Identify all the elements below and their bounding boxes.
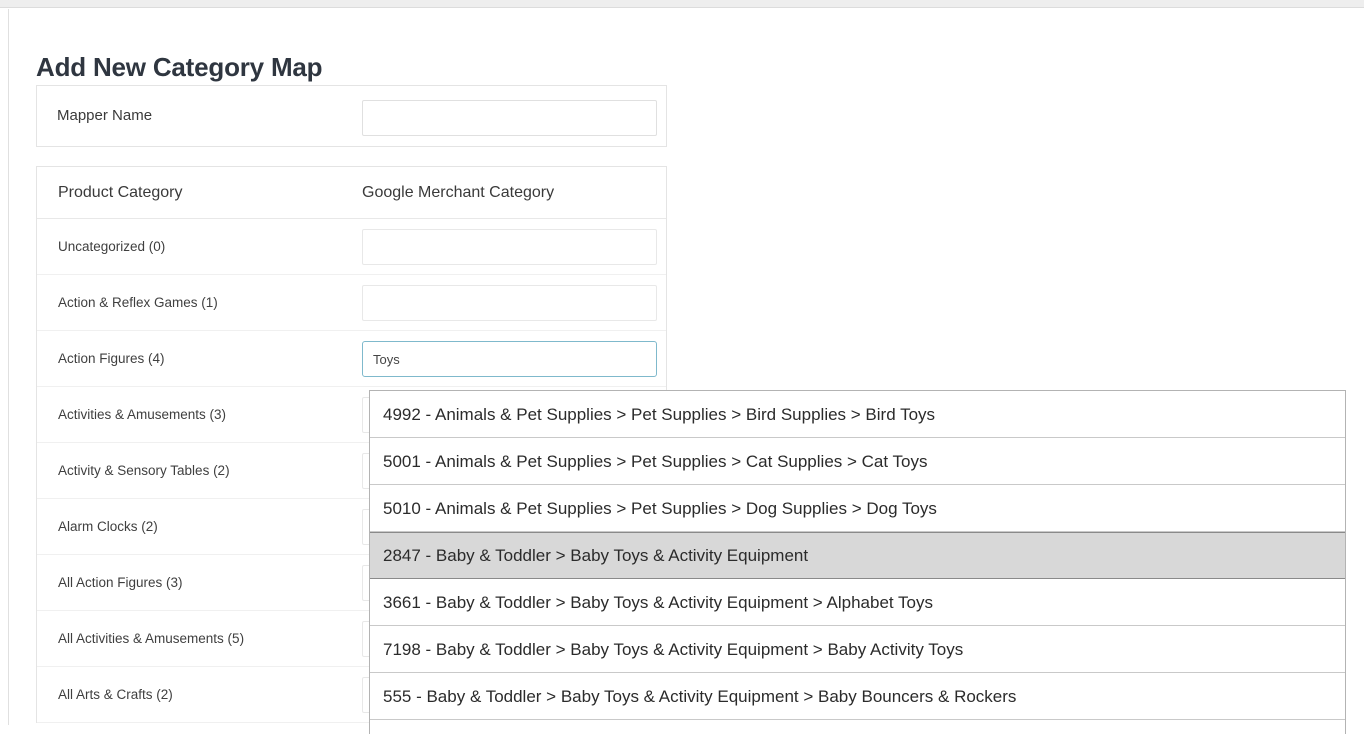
product-category-label: Action & Reflex Games (1) <box>58 295 218 310</box>
google-merchant-category-input[interactable] <box>362 285 657 321</box>
product-category-label: All Arts & Crafts (2) <box>58 687 173 702</box>
page-title: Add New Category Map <box>36 52 322 83</box>
table-row: Action Figures (4) <box>37 331 666 387</box>
suggestion-item[interactable]: 7198 - Baby & Toddler > Baby Toys & Acti… <box>370 626 1345 673</box>
column-header-google-merchant-category: Google Merchant Category <box>362 184 554 202</box>
suggestion-item[interactable]: 5001 - Animals & Pet Supplies > Pet Supp… <box>370 438 1345 485</box>
suggestion-item[interactable]: 4992 - Animals & Pet Supplies > Pet Supp… <box>370 391 1345 438</box>
product-category-label: Action Figures (4) <box>58 351 165 366</box>
suggestion-item[interactable]: 2847 - Baby & Toddler > Baby Toys & Acti… <box>370 532 1345 579</box>
autocomplete-suggestion-list[interactable]: 4992 - Animals & Pet Supplies > Pet Supp… <box>369 390 1346 734</box>
page-content-card: Add New Category Map Mapper Name Product… <box>8 9 1364 725</box>
suggestion-item[interactable]: 6397 - Baby & Toddler > Baby Toys & Acti… <box>370 720 1345 734</box>
google-merchant-category-input[interactable] <box>362 341 657 377</box>
table-row: Action & Reflex Games (1) <box>37 275 666 331</box>
table-header-row: Product Category Google Merchant Categor… <box>37 167 666 219</box>
product-category-label: All Activities & Amusements (5) <box>58 631 244 646</box>
product-category-label: Activities & Amusements (3) <box>58 407 226 422</box>
table-row: Uncategorized (0) <box>37 219 666 275</box>
product-category-label: Alarm Clocks (2) <box>58 519 158 534</box>
google-merchant-category-input[interactable] <box>362 229 657 265</box>
suggestion-item[interactable]: 3661 - Baby & Toddler > Baby Toys & Acti… <box>370 579 1345 626</box>
mapper-name-label: Mapper Name <box>57 107 152 124</box>
product-category-label: Activity & Sensory Tables (2) <box>58 463 230 478</box>
product-category-label: Uncategorized (0) <box>58 239 165 254</box>
suggestion-item[interactable]: 555 - Baby & Toddler > Baby Toys & Activ… <box>370 673 1345 720</box>
suggestion-item[interactable]: 5010 - Animals & Pet Supplies > Pet Supp… <box>370 485 1345 532</box>
product-category-label: All Action Figures (3) <box>58 575 183 590</box>
top-browser-strip <box>0 0 1364 8</box>
mapper-name-panel: Mapper Name <box>36 85 667 147</box>
column-header-product-category: Product Category <box>58 184 183 202</box>
mapper-name-input[interactable] <box>362 100 657 136</box>
